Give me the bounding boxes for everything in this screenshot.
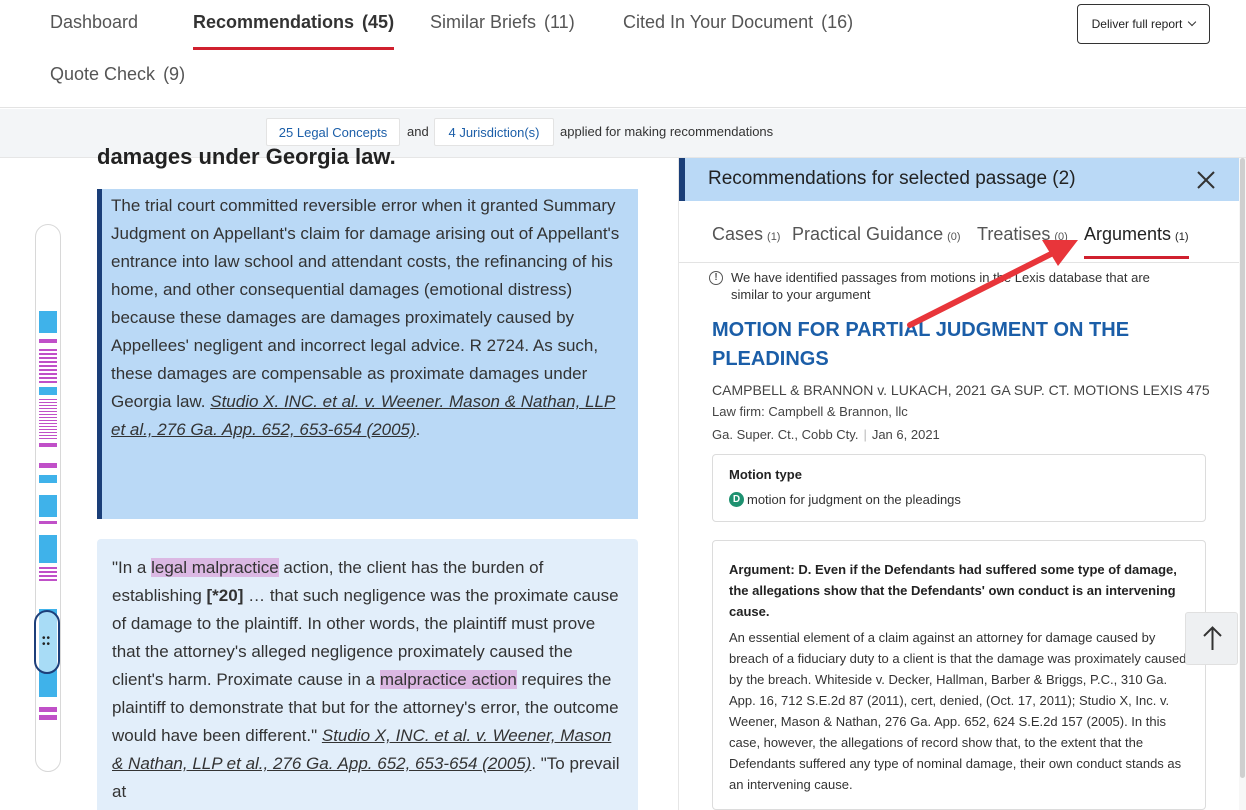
tab-arguments[interactable]: Arguments (1) — [1084, 224, 1189, 259]
tab-cases[interactable]: Cases (1) — [712, 224, 780, 245]
passage-end: . — [415, 420, 421, 439]
deliver-label: Deliver full report — [1091, 17, 1183, 31]
applied-suffix-text: applied for making recommendations — [560, 124, 774, 139]
jurisdictions-link[interactable]: 4 Jurisdiction(s) — [434, 118, 554, 146]
info-message: ! We have identified passages from motio… — [709, 269, 1189, 303]
minimap-scroll-handle[interactable]: •• •• — [34, 610, 60, 674]
minimap-mark — [39, 475, 57, 483]
minimap-mark — [39, 521, 57, 524]
minimap-mark — [39, 715, 57, 720]
tab-count: (0) — [1054, 231, 1068, 243]
highlighted-term: malpractice action — [379, 670, 517, 689]
tab-practical-guidance[interactable]: Practical Guidance (0) — [792, 224, 961, 245]
and-text: and — [407, 124, 429, 139]
document-minimap[interactable]: •• •• — [34, 224, 61, 772]
motion-type-value: motion for judgment on the pleadings — [747, 492, 961, 507]
tab-treatises[interactable]: Treatises (0) — [977, 224, 1068, 245]
tabs-divider — [679, 262, 1239, 263]
tab-count: (16) — [821, 12, 854, 32]
tab-dashboard[interactable]: Dashboard — [50, 12, 138, 33]
minimap-mark — [39, 707, 57, 712]
tab-label: Similar Briefs — [430, 12, 537, 32]
tab-label: Quote Check — [50, 64, 156, 84]
motion-type-badge: D — [729, 492, 744, 507]
info-text: We have identified passages from motions… — [731, 270, 1150, 302]
minimap-mark — [39, 463, 57, 468]
scrollbar-thumb[interactable] — [1240, 158, 1245, 778]
result-title-link[interactable]: MOTION FOR PARTIAL JUDGMENT ON THE PLEAD… — [712, 316, 1182, 374]
minimap-mark — [39, 339, 57, 343]
highlighted-term: legal malpractice — [151, 558, 279, 577]
tab-label: Cited In Your Document — [623, 12, 814, 32]
minimap-mark — [39, 495, 57, 517]
recommendations-panel: Recommendations for selected passage (2)… — [678, 158, 1239, 810]
tab-similar-briefs[interactable]: Similar Briefs (11) — [430, 12, 575, 33]
minimap-mark — [39, 399, 57, 439]
chevron-down-icon — [1188, 17, 1197, 27]
panel-header: Recommendations for selected passage (2) — [679, 158, 1239, 201]
top-navigation: Dashboard Recommendations (45) Similar Br… — [0, 0, 1246, 108]
info-icon: ! — [709, 271, 723, 285]
tab-count: (9) — [163, 64, 186, 84]
tab-recommendations[interactable]: Recommendations (45) — [193, 12, 395, 50]
tab-count: (11) — [544, 12, 575, 32]
tab-count: (1) — [1175, 231, 1189, 243]
motion-type-label: Motion type — [729, 467, 802, 482]
tab-count: (1) — [767, 231, 781, 243]
minimap-mark — [39, 535, 57, 563]
motion-type-row: D motion for judgment on the pleadings — [729, 492, 1189, 507]
minimap-mark — [39, 567, 57, 583]
legal-concepts-link[interactable]: 25 Legal Concepts — [266, 118, 400, 146]
argument-body: An essential element of a claim against … — [729, 630, 1187, 792]
passage-text: The trial court committed reversible err… — [111, 196, 620, 411]
tab-cited-in-your-document[interactable]: Cited In Your Document (16) — [623, 12, 853, 33]
minimap-mark — [39, 311, 57, 333]
minimap-mark — [39, 443, 57, 447]
tab-quote-check[interactable]: Quote Check (9) — [50, 64, 185, 85]
tab-label: Recommendations — [193, 12, 355, 32]
close-icon[interactable] — [1195, 169, 1217, 191]
tab-count: (0) — [947, 231, 961, 243]
grip-icon: •• •• — [42, 633, 52, 650]
page-marker: [*20] — [206, 586, 244, 605]
result-date: Jan 6, 2021 — [871, 427, 940, 442]
argument-card: Argument: D. Even if the Defendants had … — [712, 540, 1206, 810]
scroll-to-top-button[interactable] — [1185, 612, 1238, 665]
result-citation: CAMPBELL & BRANNON v. LUKACH, 2021 GA SU… — [712, 382, 1210, 398]
result-court: Ga. Super. Ct., Cobb Cty. — [712, 427, 859, 442]
tab-label: Cases — [712, 224, 764, 244]
tab-label: Practical Guidance — [792, 224, 944, 244]
selected-passage[interactable]: The trial court committed reversible err… — [97, 189, 638, 519]
motion-type-card: Motion type D motion for judgment on the… — [712, 454, 1206, 522]
passage[interactable]: "In a legal malpractice action, the clie… — [97, 539, 638, 810]
tab-label: Dashboard — [50, 12, 139, 32]
minimap-mark — [39, 387, 57, 395]
deliver-full-report-button[interactable]: Deliver full report — [1077, 4, 1210, 44]
panel-title: Recommendations for selected passage (2) — [708, 168, 1076, 189]
result-law-firm: Law firm: Campbell & Brannon, llc — [712, 404, 908, 419]
separator: | — [863, 427, 867, 442]
minimap-mark — [39, 349, 57, 383]
arrow-up-icon — [1203, 626, 1222, 650]
panel-scrollbar[interactable] — [1239, 158, 1246, 810]
tab-label: Arguments — [1084, 224, 1172, 244]
result-court-date: Ga. Super. Ct., Cobb Cty. | Jan 6, 2021 — [712, 427, 940, 442]
argument-title: Argument: D. Even if the Defendants had … — [729, 562, 1177, 619]
tab-count: (45) — [362, 12, 395, 32]
document-heading: damages under Georgia law. — [97, 144, 396, 169]
tab-label: Treatises — [977, 224, 1051, 244]
passage-text: "In a — [112, 558, 152, 577]
